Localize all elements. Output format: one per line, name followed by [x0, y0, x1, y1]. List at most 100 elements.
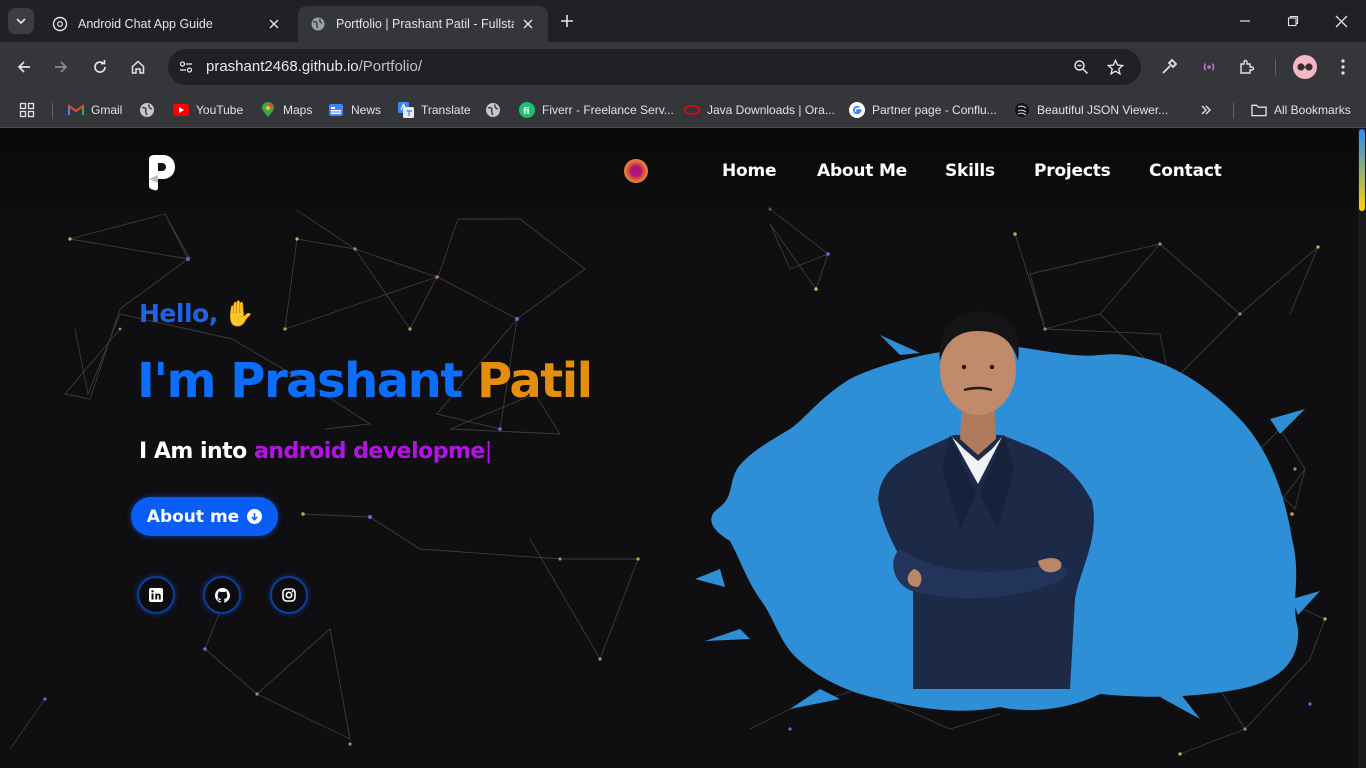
bookmark-globe-2[interactable]	[485, 98, 508, 122]
tab-title: Portfolio | Prashant Patil - Fullstack	[336, 17, 514, 31]
bookmark-gmail[interactable]: Gmail	[68, 98, 122, 122]
bookmark-json-viewer[interactable]: Beautiful JSON Viewer...	[1014, 98, 1168, 122]
news-icon	[328, 102, 344, 118]
double-chevron-right-icon	[1201, 105, 1211, 115]
folder-icon	[1251, 102, 1267, 118]
bookmark-youtube[interactable]: YouTube	[173, 98, 243, 122]
reload-button[interactable]	[87, 54, 113, 80]
url-text: prashant2468.github.io/Portfolio/	[206, 49, 422, 85]
address-bar[interactable]: prashant2468.github.io/Portfolio/	[168, 49, 1141, 85]
site-settings-icon[interactable]	[176, 57, 196, 77]
sunglasses-icon	[1297, 63, 1313, 71]
arrow-down-circle-icon	[247, 509, 263, 524]
typed-role-line: I Am into android developme|	[139, 439, 492, 464]
greeting-text: Hello,	[139, 299, 218, 328]
more-bookmarks-button[interactable]	[1200, 98, 1212, 122]
nav-home[interactable]: Home	[722, 161, 777, 181]
instagram-link[interactable]	[270, 576, 308, 614]
plus-icon	[561, 15, 573, 27]
new-tab-button[interactable]	[556, 10, 578, 32]
apps-grid-icon	[19, 102, 35, 118]
eyedropper-extension-icon[interactable]	[1157, 55, 1181, 79]
apps-button[interactable]	[19, 98, 35, 122]
close-window-button[interactable]	[1317, 0, 1365, 42]
name-first: I'm Prashant	[137, 353, 463, 409]
browser-toolbar: prashant2468.github.io/Portfolio/	[0, 42, 1366, 92]
all-bookmarks-button[interactable]: All Bookmarks	[1251, 98, 1351, 122]
profile-avatar[interactable]	[1293, 55, 1317, 79]
translate-icon	[398, 102, 414, 118]
bookmark-label: Java Downloads | Ora...	[707, 103, 835, 117]
tab-title: Android Chat App Guide	[78, 17, 213, 31]
home-icon	[131, 60, 145, 74]
site-logo[interactable]	[146, 155, 176, 191]
close-icon[interactable]	[520, 16, 536, 32]
home-button[interactable]	[125, 54, 151, 80]
typing-caret: |	[484, 439, 492, 464]
nav-projects[interactable]: Projects	[1034, 161, 1111, 181]
typed-role: android developme	[253, 439, 485, 464]
more-vert-icon	[1341, 59, 1345, 75]
globe-icon	[485, 102, 501, 118]
globe-icon	[139, 102, 155, 118]
about-me-button[interactable]: About me	[131, 497, 278, 536]
tab-android-chat-guide[interactable]: Android Chat App Guide	[40, 6, 294, 42]
bookmark-label: News	[351, 103, 382, 117]
chevron-down-icon	[16, 18, 26, 25]
bookmark-label: Partner page - Conflu...	[872, 103, 997, 117]
portfolio-page: Home About Me Skills Projects Contact He…	[0, 129, 1358, 768]
scrollbar-thumb[interactable]	[1359, 129, 1365, 211]
bookmarks-bar: Gmail YouTube Maps News Translate fi Fiv…	[0, 92, 1366, 128]
minimize-button[interactable]	[1221, 0, 1269, 42]
restore-button[interactable]	[1269, 0, 1317, 42]
bookmark-maps[interactable]: Maps	[260, 98, 312, 122]
close-icon[interactable]	[266, 16, 282, 32]
forward-button[interactable]	[48, 54, 74, 80]
maps-icon	[260, 102, 276, 118]
bookmark-fiverr[interactable]: fi Fiverr - Freelance Serv...	[519, 98, 674, 122]
bookmark-translate[interactable]: Translate	[398, 98, 471, 122]
all-bookmarks-label: All Bookmarks	[1274, 103, 1351, 117]
broadcast-extension-icon[interactable]	[1197, 55, 1221, 79]
bookmark-label: Beautiful JSON Viewer...	[1037, 103, 1169, 117]
oracle-icon	[684, 102, 700, 118]
toolbar-divider	[1275, 59, 1276, 75]
tab-search-button[interactable]	[8, 8, 34, 34]
google-icon	[849, 102, 865, 118]
linkedin-link[interactable]	[137, 576, 175, 614]
url-host: prashant2468.github.io	[206, 58, 359, 75]
close-icon	[1335, 15, 1347, 27]
instagram-icon	[282, 588, 296, 602]
restore-icon	[1287, 15, 1299, 27]
tab-portfolio[interactable]: Portfolio | Prashant Patil - Fullstack	[298, 6, 548, 42]
browser-menu-button[interactable]	[1331, 55, 1355, 79]
svg-text:fi: fi	[523, 107, 530, 117]
extensions-puzzle-icon[interactable]	[1235, 55, 1259, 79]
arrow-right-icon	[55, 61, 68, 73]
bookmark-confluence[interactable]: Partner page - Conflu...	[849, 98, 997, 122]
nav-skills[interactable]: Skills	[945, 161, 995, 181]
hero-greeting: Hello, ✋	[139, 299, 255, 329]
bookmark-divider	[52, 103, 53, 119]
bookmark-globe[interactable]	[139, 98, 162, 122]
site-header: Home About Me Skills Projects Contact	[0, 129, 1358, 217]
github-link[interactable]	[203, 576, 241, 614]
bookmark-label: Fiverr - Freelance Serv...	[542, 103, 674, 117]
json-viewer-icon	[1014, 102, 1030, 118]
zoom-icon[interactable]	[1071, 57, 1091, 77]
youtube-icon	[173, 102, 189, 118]
reload-icon	[94, 60, 106, 73]
theme-orb-icon[interactable]	[624, 159, 648, 183]
gmail-icon	[68, 102, 84, 118]
back-button[interactable]	[11, 54, 37, 80]
waving-hand-icon: ✋	[223, 299, 255, 328]
bookmark-star-icon[interactable]	[1105, 57, 1125, 77]
nav-contact[interactable]: Contact	[1149, 161, 1222, 181]
nav-about-me[interactable]: About Me	[817, 161, 907, 181]
bookmark-news[interactable]: News	[328, 98, 381, 122]
page-scrollbar[interactable]	[1358, 129, 1366, 768]
hero-name: I'm Prashant Patil	[137, 353, 593, 409]
url-path: /Portfolio/	[358, 58, 422, 75]
bookmark-oracle-java[interactable]: Java Downloads | Ora...	[684, 98, 835, 122]
bookmark-label: Maps	[283, 103, 313, 117]
